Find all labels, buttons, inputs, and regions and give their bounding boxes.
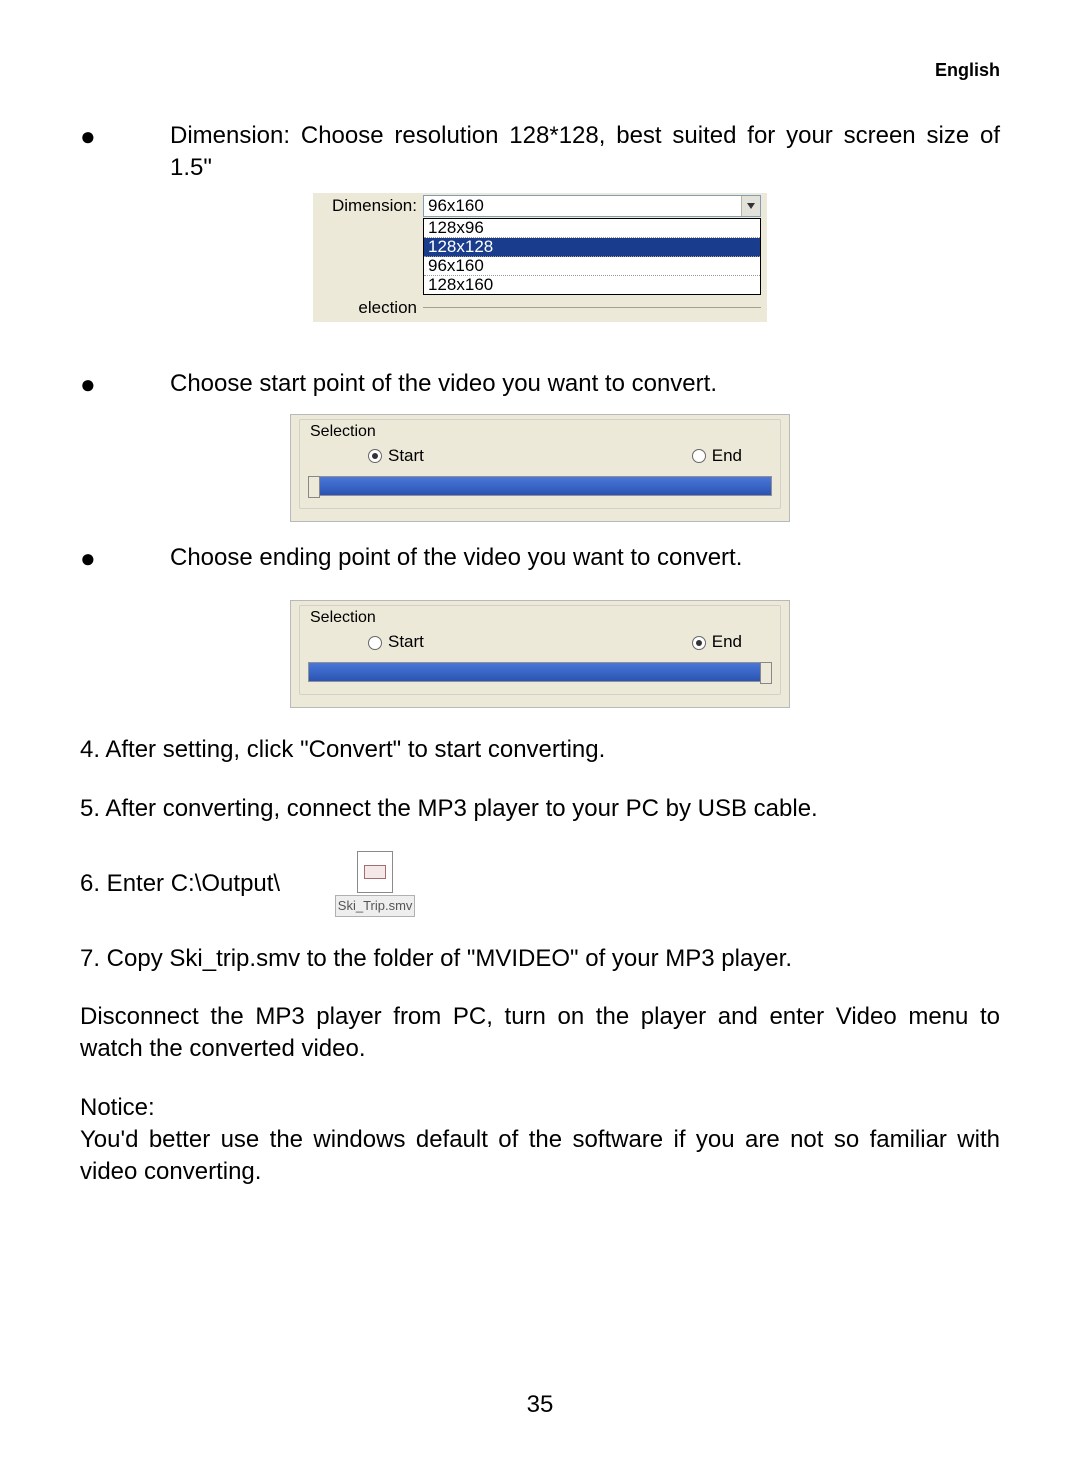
manual-page: English ● Dimension: Choose resolution 1…: [0, 0, 1080, 1461]
bullet-text: Choose ending point of the video you wan…: [170, 542, 1000, 574]
end-radio[interactable]: End: [692, 631, 742, 654]
step-6: 6. Enter C:\Output\: [80, 868, 280, 900]
dimension-option[interactable]: 128x96: [424, 219, 760, 238]
dimension-value: 96x160: [424, 196, 741, 216]
groupbox-line: [423, 307, 761, 310]
step-7: 7. Copy Ski_trip.smv to the folder of "M…: [80, 943, 1000, 975]
language-label: English: [935, 58, 1000, 82]
radio-icon: [692, 449, 706, 463]
selection-slider[interactable]: [308, 476, 772, 496]
selection-legend: Selection: [308, 609, 378, 626]
step-6-row: 6. Enter C:\Output\ Ski_Trip.smv: [80, 851, 1000, 917]
notice-body: You'd better use the windows default of …: [80, 1124, 1000, 1189]
start-radio[interactable]: Start: [368, 445, 424, 468]
start-radio-label: Start: [388, 631, 424, 654]
notice-label: Notice:: [80, 1092, 1000, 1124]
bullet-text: Dimension: Choose resolution 128*128, be…: [170, 120, 1000, 185]
file-thumbnail-icon: [357, 851, 393, 893]
start-radio[interactable]: Start: [368, 631, 424, 654]
slider-fill: [309, 477, 771, 495]
dropdown-arrow-button[interactable]: [741, 196, 760, 216]
dimension-screenshot: Dimension: 96x160 128x96 128x128 96x160 …: [313, 193, 767, 322]
page-number: 35: [0, 1389, 1080, 1421]
step-5: 5. After converting, connect the MP3 pla…: [80, 793, 1000, 825]
slider-handle[interactable]: [760, 662, 772, 684]
selection-end-screenshot: Selection Start End: [290, 600, 790, 708]
end-radio-label: End: [712, 631, 742, 654]
bullet-dot-icon: ●: [80, 542, 170, 574]
end-radio-label: End: [712, 445, 742, 468]
slider-fill: [309, 663, 771, 681]
bullet-dot-icon: ●: [80, 120, 170, 185]
dimension-dropdown[interactable]: 96x160: [423, 195, 761, 217]
selection-groupbox: Selection Start End: [299, 605, 781, 695]
radio-icon: [368, 636, 382, 650]
selection-groupbox: Selection Start End: [299, 419, 781, 509]
dimension-option-selected[interactable]: 128x128: [424, 238, 760, 257]
selection-start-screenshot: Selection Start End: [290, 414, 790, 522]
dimension-label: Dimension:: [319, 195, 423, 218]
slider-handle[interactable]: [308, 476, 320, 498]
start-radio-label: Start: [388, 445, 424, 468]
radio-icon: [368, 449, 382, 463]
file-name-label: Ski_Trip.smv: [335, 895, 416, 917]
disconnect-paragraph: Disconnect the MP3 player from PC, turn …: [80, 1001, 1000, 1066]
bullet-item-end: ● Choose ending point of the video you w…: [80, 542, 1000, 574]
dimension-option[interactable]: 128x160: [424, 276, 760, 294]
bullet-text: Choose start point of the video you want…: [170, 368, 1000, 400]
step-4: 4. After setting, click "Convert" to sta…: [80, 734, 1000, 766]
bullet-item-start: ● Choose start point of the video you wa…: [80, 368, 1000, 400]
radio-icon: [692, 636, 706, 650]
selection-slider[interactable]: [308, 662, 772, 682]
chevron-down-icon: [747, 203, 755, 209]
dimension-option[interactable]: 96x160: [424, 257, 760, 276]
selection-legend: Selection: [308, 423, 378, 440]
dimension-options-list[interactable]: 128x96 128x128 96x160 128x160: [423, 218, 761, 295]
election-label: election: [319, 297, 423, 320]
bullet-item-dimension: ● Dimension: Choose resolution 128*128, …: [80, 120, 1000, 185]
bullet-dot-icon: ●: [80, 368, 170, 400]
end-radio[interactable]: End: [692, 445, 742, 468]
file-icon: Ski_Trip.smv: [330, 851, 420, 917]
